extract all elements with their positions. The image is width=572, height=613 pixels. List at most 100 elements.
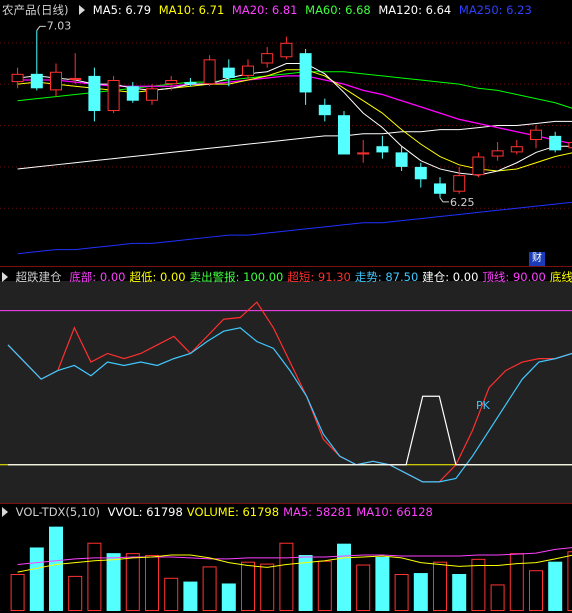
volume-bar [106,553,121,611]
volume-bar [413,573,428,611]
volume-values: VVOL: 61798 VOLUME: 61798 MA5: 58281 MA10: … [108,505,437,519]
header-value: MA10: 66128 [356,505,433,519]
candle-body [338,115,350,155]
expand-triangle-icon[interactable] [2,507,8,517]
indicator-header: 超跌建仓 底部: 0.00 超低: 0.00 卖出警报: 100.00 超短: 91.… [2,269,572,285]
ma60-line [17,71,572,109]
candle-body [126,86,139,101]
volume-bar [433,561,447,611]
candle-body [261,53,274,64]
candle-body [242,65,254,76]
volume-bar [509,553,524,611]
low-marker [439,197,449,203]
candle-body [472,156,485,176]
price-title: 农产品(日线) [2,3,69,17]
volume-panel[interactable]: VOL-TDX(5,10) VVOL: 61798 VOLUME: 61798 MA… [0,504,572,613]
candle-body [376,146,389,153]
volume-bar [279,542,294,612]
price-header: 农产品(日线) MA5: 6.79 MA10: 6.71 MA20: 6.81 … [2,2,536,18]
price-panel[interactable]: 7.03 6.25 农产品(日线) MA5: 6.79 MA10: 6.71 MA… [0,0,572,266]
indicator-background [0,281,572,503]
volume-bar [68,575,83,611]
ma5-line [17,62,572,176]
volume-bar [452,574,467,611]
indicator-title: 超跌建仓 [15,270,62,284]
volume-bar [490,584,505,611]
low-price-label: 6.25 [450,196,475,209]
pk-label: PK [476,399,491,412]
candle-body [395,152,408,167]
expand-triangle-icon[interactable] [79,5,86,15]
ma120-line [17,120,572,170]
ma10-label: MA10: 6.71 [158,3,225,17]
candle-body [222,67,235,78]
header-value: 走势: 87.50 [354,270,419,284]
volume-header: VOL-TDX(5,10) VVOL: 61798 VOLUME: 61798 MA… [2,504,441,520]
volume-bar [356,564,371,611]
header-value: 顶线: 90.00 [482,270,546,284]
ma60-label: MA60: 6.68 [305,3,371,17]
volume-bar [548,561,563,611]
volume-bar [337,543,351,611]
volume-bar [241,561,255,611]
candle-body [165,80,178,85]
ma250-line [17,201,572,255]
volume-bar [567,551,572,611]
volume-bar [145,555,159,611]
price-chart[interactable]: 7.03 6.25 [0,0,572,266]
candle-body [414,166,427,180]
candle-body [69,77,82,80]
indicator-panel[interactable]: PK 超跌建仓 底部: 0.00 超低: 0.00 卖出警报: 100.00 超短: … [0,267,572,503]
ma5-label: MA5: 6.79 [92,3,152,17]
volume-bar [529,570,543,611]
candle-body [50,71,62,91]
candle-body [549,135,562,151]
candle-body [434,183,446,194]
ma250-label: MA250: 6.23 [458,3,532,17]
volume-title: VOL-TDX(5,10) [15,505,101,519]
candle-body [146,88,158,101]
candle-body [530,129,542,140]
financial-report-icon[interactable]: 财 [529,252,545,266]
ma20-label: MA20: 6.81 [231,3,298,17]
ma120-label: MA120: 6.64 [378,3,452,17]
candle-body [88,75,101,112]
volume-bar [260,563,275,611]
candle-body [184,82,197,85]
candle-body [510,146,523,153]
candle-body [203,59,216,85]
candle-body [491,150,504,157]
volume-bar [10,574,25,611]
candle-body [107,80,120,112]
candle-body [11,73,24,83]
header-value: VOLUME: 61798 [186,505,280,519]
volume-bar [87,542,102,612]
high-marker [36,25,46,31]
header-value: MA5: 58281 [283,505,353,519]
volume-bar [375,556,390,611]
volume-chart[interactable] [0,504,572,613]
header-value: VVOL: 61798 [107,505,183,519]
ma20-line [17,75,572,145]
header-value: 建仓: 0.00 [422,270,479,284]
volume-bar [202,566,217,611]
volume-bar [471,558,486,611]
volume-bar [164,577,179,611]
volume-bar [317,560,332,611]
volume-bar [394,574,409,611]
header-value: 超低: 0.00 [129,270,186,284]
volume-bar [49,526,63,611]
candle-body [453,175,466,192]
indicator-chart[interactable]: PK [0,267,572,503]
header-value: 卖出警报: 100.00 [189,270,284,284]
expand-triangle-icon[interactable] [2,272,8,282]
candle-body [299,53,312,93]
volume-bar [29,547,44,611]
indicator-values: 底部: 0.00 超低: 0.00 卖出警报: 100.00 超短: 91.30 走势:… [69,270,572,284]
header-value: 底部: 0.00 [69,270,126,284]
candle-body [280,42,293,58]
volume-bar [221,583,236,611]
candle-body [357,152,370,155]
candle-body [318,104,331,116]
high-price-label: 7.03 [47,19,72,32]
